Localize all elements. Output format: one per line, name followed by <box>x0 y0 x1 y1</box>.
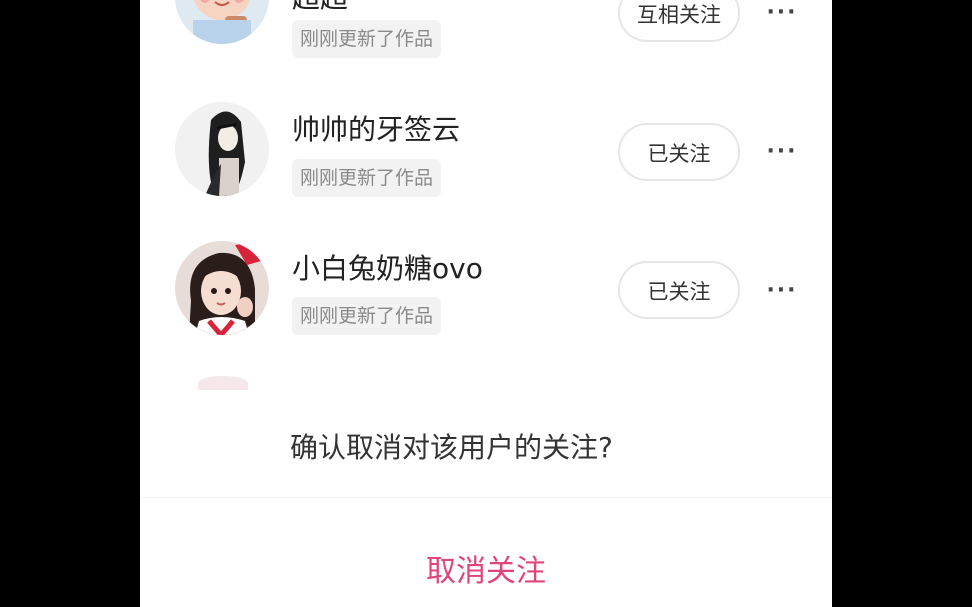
following-button[interactable]: 已关注 <box>618 261 740 319</box>
status-tag: 刚刚更新了作品 <box>292 297 442 335</box>
status-tag: 刚刚更新了作品 <box>292 159 442 197</box>
cartoon-baby-avatar[interactable] <box>175 0 269 44</box>
list-item-user-1[interactable]: 超超 刚刚更新了作品 互相关注 ··· <box>140 0 832 70</box>
list-item-user-3[interactable]: 小白兔奶糖ovo 刚刚更新了作品 已关注 ··· <box>140 238 832 358</box>
following-button[interactable]: 已关注 <box>618 123 740 181</box>
more-options-icon[interactable]: ··· <box>762 141 802 163</box>
sheet-divider <box>140 497 832 498</box>
user-name[interactable]: 小白兔奶糖ovo <box>292 251 483 287</box>
confirm-message: 确认取消对该用户的关注? <box>290 431 613 464</box>
user-name[interactable]: 超超 <box>292 0 348 16</box>
ink-portrait-avatar[interactable] <box>175 102 269 196</box>
mutual-follow-button[interactable]: 互相关注 <box>618 0 740 42</box>
phone-frame: 超超 刚刚更新了作品 互相关注 ··· 帅帅的牙签云 刚刚更新了作品 已关注 <box>140 0 832 607</box>
screen: 超超 刚刚更新了作品 互相关注 ··· 帅帅的牙签云 刚刚更新了作品 已关注 <box>0 0 972 607</box>
status-tag: 刚刚更新了作品 <box>292 20 442 58</box>
girl-photo-avatar[interactable] <box>175 241 269 335</box>
more-options-icon[interactable]: ··· <box>762 2 802 24</box>
next-user-avatar-peek <box>198 376 248 390</box>
unfollow-button[interactable]: 取消关注 <box>140 542 832 602</box>
more-options-icon[interactable]: ··· <box>762 280 802 302</box>
list-item-user-2[interactable]: 帅帅的牙签云 刚刚更新了作品 已关注 ··· <box>140 98 832 218</box>
user-name[interactable]: 帅帅的牙签云 <box>292 112 460 148</box>
